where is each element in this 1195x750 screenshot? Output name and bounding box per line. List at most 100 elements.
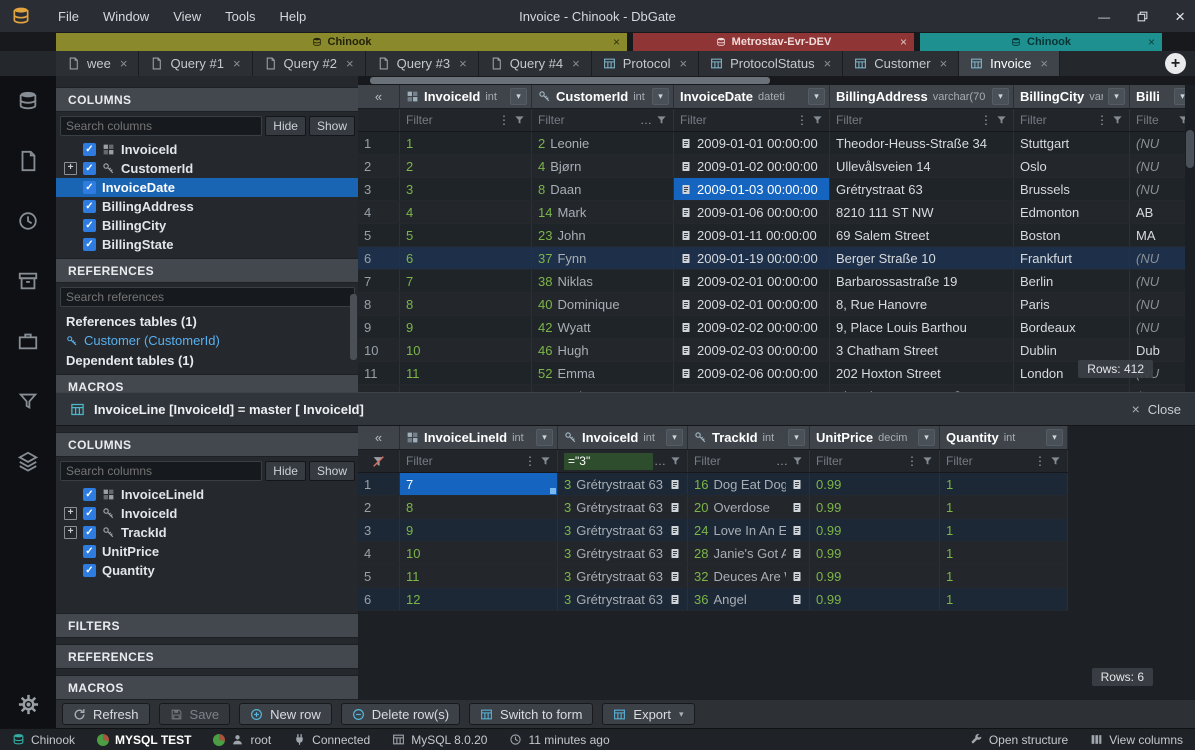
cell-invoice-date[interactable]: 2009-01-03 00:00:00 [674,178,830,200]
cell-billing-city[interactable]: Boston [1014,224,1130,246]
status-connection[interactable]: MYSQL TEST [97,733,191,747]
filter-menu-icon[interactable]: ⋮ [1033,454,1047,468]
minimize-button[interactable]: — [1098,10,1110,24]
column-checkbox[interactable]: ✓ [83,143,96,156]
cell-invoice-id[interactable]: 3 Grétrystraat 63 [558,519,688,541]
cell-invoice-date[interactable]: 2009-02-03 00:00:00 [674,339,830,361]
cell-billing-city[interactable]: Berlin [1014,270,1130,292]
tab[interactable]: Query #1 × [139,51,252,76]
cell-invoice-date[interactable]: 2009-02-06 00:00:00 [674,362,830,384]
files-nav-icon[interactable] [17,150,39,172]
table-row[interactable]: 10 10 46 Hugh 2009-02-03 00:00:00 3 Chat… [358,339,1195,362]
cell-invoice-id[interactable]: 9 [400,316,532,338]
cell-unit-price[interactable]: 0.99 [810,473,940,495]
save-button[interactable]: Save [159,703,231,725]
column-header[interactable]: InvoiceLineId int ▾ [400,426,558,449]
close-tab-icon[interactable]: × [940,56,948,71]
cell-billing-city[interactable]: Bordeaux [1014,316,1130,338]
cell-unit-price[interactable]: 0.99 [810,496,940,518]
close-group-icon[interactable]: × [1148,35,1155,49]
row-number[interactable]: 1 [358,473,400,495]
filter-browse-icon[interactable]: … [653,454,667,468]
filter-input[interactable]: Filter ⋮ … [940,450,1068,472]
column-menu-icon[interactable]: ▾ [652,88,669,105]
close-group-icon[interactable]: × [613,35,620,49]
cell-unit-price[interactable]: 0.99 [810,588,940,610]
funnel-icon[interactable] [540,455,551,467]
cell-invoice-date[interactable]: 2009-01-02 00:00:00 [674,155,830,177]
table-row[interactable]: 1 1 2 Leonie 2009-01-01 00:00:00 Theodor… [358,132,1195,155]
layers-nav-icon[interactable] [17,450,39,472]
cell-invoice-id[interactable]: 3 Grétrystraat 63 [558,565,688,587]
open-reference-icon[interactable] [669,593,681,606]
macros-section-header[interactable]: MACROS [56,675,358,700]
cell-quantity[interactable]: 1 [940,519,1068,541]
column-header[interactable]: InvoiceId int ▾ [400,85,532,108]
table-row[interactable]: 5 5 23 John 2009-01-11 00:00:00 69 Salem… [358,224,1195,247]
funnel-icon[interactable] [670,455,681,467]
menu-file[interactable]: File [46,0,91,33]
cell-unit-price[interactable]: 0.99 [810,519,940,541]
filter-menu-icon[interactable]: ⋮ [979,113,993,127]
show-columns-button[interactable]: Show [309,461,355,481]
tab[interactable]: Invoice × [959,51,1060,76]
cell-invoice-date[interactable]: 2009-02-02 00:00:00 [674,316,830,338]
table-row[interactable]: 6 6 37 Fynn 2009-01-19 00:00:00 Berger S… [358,247,1195,270]
search-columns-input[interactable] [60,461,262,481]
tab[interactable]: Query #4 × [479,51,592,76]
row-number[interactable]: 6 [358,588,400,610]
column-list-item[interactable]: + ✓ InvoiceId [56,140,358,159]
references-section-header[interactable]: REFERENCES [56,644,358,669]
horizontal-scrollbar[interactable] [358,76,1195,85]
table-row[interactable]: 9 9 42 Wyatt 2009-02-02 00:00:00 9, Plac… [358,316,1195,339]
cell-billing-address[interactable]: Theodor-Heuss-Straße 34 [830,132,1014,154]
row-number[interactable]: 10 [358,339,400,361]
filter-input[interactable]: Filter ⋮ … [400,109,532,131]
table-row[interactable]: 1 7 3 Grétrystraat 63 16 Dog Eat Dog [358,473,1068,496]
cell-billing-address[interactable]: 8210 111 ST NW [830,201,1014,223]
open-reference-icon[interactable] [669,570,681,583]
cell-invoice-line-id[interactable]: 9 [400,519,558,541]
column-menu-icon[interactable]: ▾ [1046,429,1063,446]
cell-invoice-id[interactable]: 8 [400,293,532,315]
row-number[interactable]: 2 [358,155,400,177]
open-reference-icon[interactable] [791,593,803,606]
column-menu-icon[interactable]: ▾ [666,429,683,446]
row-number[interactable]: 3 [358,519,400,541]
open-editor-icon[interactable] [680,229,692,242]
open-editor-icon[interactable] [680,298,692,311]
row-number[interactable]: 5 [358,565,400,587]
columns-section-header[interactable]: COLUMNS [56,87,358,112]
cell-quantity[interactable]: 1 [940,565,1068,587]
cell-billing-city[interactable]: Oslo [1014,155,1130,177]
cell-billing-address[interactable]: Theodor-Heuss-Straße 34 [830,385,1014,392]
column-list-item[interactable]: + ✓ UnitPrice [56,542,358,561]
filters-section-header[interactable]: FILTERS [56,613,358,638]
column-list-item[interactable]: + ✓ BillingState [56,235,358,254]
column-list-item[interactable]: + ✓ InvoiceLineId [56,485,358,504]
open-reference-icon[interactable] [791,570,803,583]
filter-browse-icon[interactable]: … [639,113,653,127]
cell-customer-id[interactable]: 8 Daan [532,178,674,200]
delete-rows-button[interactable]: Delete row(s) [341,703,460,725]
filter-input[interactable]: Filter ⋮ … [1014,109,1130,131]
filter-nav-icon[interactable] [17,390,39,412]
filter-input[interactable]: Filter ⋮ … [400,450,558,472]
open-reference-icon[interactable] [791,501,803,514]
cell-invoice-id[interactable]: 3 Grétrystraat 63 [558,496,688,518]
cell-track-id[interactable]: 28 Janie's Got A Gun [688,542,810,564]
filter-menu-icon[interactable]: ⋮ [905,454,919,468]
column-menu-icon[interactable]: ▾ [536,429,553,446]
column-header[interactable]: CustomerId int ▾ [532,85,674,108]
cell-billing-address[interactable]: Barbarossastraße 19 [830,270,1014,292]
close-tab-icon[interactable]: × [824,56,832,71]
clear-filters-button[interactable] [358,450,400,472]
cell-invoice-id[interactable]: 11 [400,362,532,384]
show-columns-button[interactable]: Show [309,116,355,136]
cell-billing-address[interactable]: Ullevålsveien 14 [830,155,1014,177]
tab-group-chinook-2[interactable]: Chinook × [920,33,1162,51]
cell-customer-id[interactable]: 42 Wyatt [532,316,674,338]
funnel-icon[interactable] [812,114,823,126]
table-row[interactable]: 7 7 38 Niklas 2009-02-01 00:00:00 Barbar… [358,270,1195,293]
table-row[interactable]: 4 4 14 Mark 2009-01-06 00:00:00 8210 111… [358,201,1195,224]
